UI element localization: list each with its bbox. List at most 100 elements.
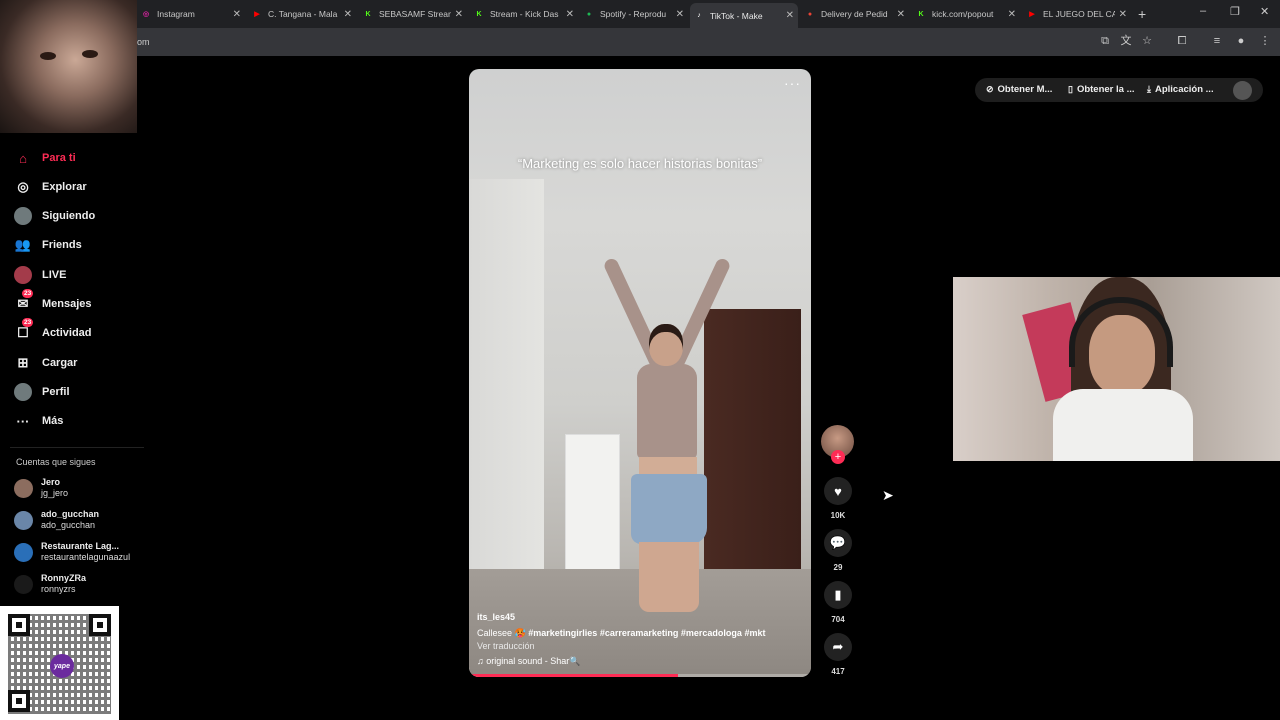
video-username[interactable]: its_les45 bbox=[477, 612, 803, 622]
coin-icon: ⊘ bbox=[986, 84, 994, 94]
hashtag[interactable]: #mercadologa bbox=[681, 628, 742, 638]
extensions-icon[interactable]: ⧠ bbox=[1175, 34, 1189, 48]
sidebar-item-label: Para ti bbox=[42, 152, 76, 164]
video-player[interactable]: ··· “Marketing es solo hacer historias b… bbox=[469, 69, 811, 677]
browser-tab[interactable]: K SEBASAMF Stream ✕ bbox=[359, 3, 467, 25]
browser-tab[interactable]: ● Delivery de Pedid ✕ bbox=[801, 3, 909, 25]
heart-icon: ♥ bbox=[834, 483, 842, 499]
following-account[interactable]: RonnyZRa ronnyzrs bbox=[14, 573, 86, 595]
more-icon: ··· bbox=[16, 413, 30, 429]
translate-link[interactable]: Ver traducción bbox=[477, 641, 803, 651]
profile-icon[interactable]: ● bbox=[1234, 34, 1248, 48]
account-handle: restaurantelagunaazul bbox=[41, 552, 131, 562]
favicon-icon: K bbox=[476, 10, 482, 18]
get-coins-button[interactable]: ⊘ Obtener M... bbox=[986, 84, 1052, 95]
share-button[interactable]: ➦ bbox=[824, 633, 852, 661]
browser-tab[interactable]: Kkick.com/popout ✕ bbox=[912, 3, 1020, 25]
browser-tab[interactable]: ▶ EL JUEGO DEL CA ✕ bbox=[1023, 3, 1131, 25]
media-control-icon[interactable]: ≡ bbox=[1210, 34, 1224, 48]
get-app-button[interactable]: ▯ Obtener la ... bbox=[1068, 84, 1135, 95]
comment-button[interactable]: 💬 bbox=[824, 529, 852, 557]
close-tab-icon[interactable]: ✕ bbox=[1119, 9, 1127, 20]
sidebar-item[interactable]: LIVE bbox=[14, 264, 66, 286]
account-handle: ronnyzrs bbox=[41, 584, 76, 594]
kebab-menu-icon[interactable]: ⋮ bbox=[1258, 34, 1272, 48]
comment-count: 29 bbox=[833, 563, 843, 572]
translate-icon[interactable]: 文 bbox=[1119, 34, 1133, 48]
tab-title: kick.com/popout bbox=[932, 9, 994, 19]
close-tab-icon[interactable]: ✕ bbox=[344, 9, 352, 20]
avatar bbox=[14, 574, 33, 594]
like-button[interactable]: ♥ bbox=[824, 477, 852, 505]
sidebar-item[interactable]: ☐ 23 Actividad bbox=[14, 318, 92, 344]
following-avatar-icon bbox=[14, 207, 32, 225]
browser-tab[interactable]: ♪ TikTok - Make ✕ bbox=[690, 3, 798, 28]
user-avatar[interactable] bbox=[1233, 81, 1252, 100]
browser-tab[interactable]: ▶ C. Tangana - Mala ✕ bbox=[248, 3, 356, 25]
home-icon: ⌂ bbox=[19, 150, 27, 166]
sidebar-divider bbox=[10, 447, 144, 448]
account-name: Jero bbox=[41, 477, 61, 487]
following-account[interactable]: ado_gucchan ado_gucchan bbox=[14, 509, 99, 531]
sidebar-item[interactable]: ⌂ Para ti bbox=[14, 147, 76, 169]
sidebar-item[interactable]: ⊞ Cargar bbox=[14, 352, 78, 374]
close-tab-icon[interactable]: ✕ bbox=[233, 9, 241, 20]
avatar bbox=[14, 542, 33, 562]
activity-icon: ☐ 23 bbox=[17, 318, 34, 340]
hashtag[interactable]: #mkt bbox=[744, 628, 765, 638]
address-bar[interactable]: om bbox=[0, 28, 1280, 56]
sidebar-item[interactable]: ✉ 23 Mensajes bbox=[14, 289, 92, 315]
close-tab-icon[interactable]: ✕ bbox=[566, 9, 574, 20]
sidebar-item-label: LIVE bbox=[42, 269, 67, 281]
webcam-overlay-top-left bbox=[0, 0, 137, 133]
video-more-options-icon[interactable]: ··· bbox=[784, 75, 801, 91]
minimize-icon[interactable]: – bbox=[1200, 5, 1206, 17]
browser-tab[interactable]: ● Spotify - Reprodu ✕ bbox=[580, 3, 688, 25]
video-progress-fill bbox=[469, 674, 678, 677]
sidebar-item-label: Cargar bbox=[42, 357, 78, 369]
favicon-icon: ● bbox=[807, 10, 813, 18]
tab-title: SEBASAMF Stream bbox=[379, 9, 451, 19]
follow-plus-icon[interactable]: + bbox=[831, 450, 845, 464]
sidebar-item[interactable]: Perfil bbox=[14, 381, 70, 403]
close-tab-icon[interactable]: ✕ bbox=[897, 9, 905, 20]
account-handle: jg_jero bbox=[41, 488, 69, 498]
webcam-overlay-right bbox=[953, 277, 1280, 461]
sidebar-item[interactable]: Siguiendo bbox=[14, 205, 95, 227]
yape-qr-code: yape bbox=[0, 606, 119, 720]
sidebar-item[interactable]: 👥 Friends bbox=[14, 234, 82, 256]
browser-tab[interactable]: ◎ Instagram ✕ bbox=[137, 3, 245, 25]
browser-tab[interactable]: K Stream - Kick Das ✕ bbox=[470, 3, 578, 25]
avatar bbox=[14, 510, 33, 530]
notification-badge: 23 bbox=[22, 318, 34, 327]
close-window-icon[interactable]: ✕ bbox=[1260, 5, 1269, 18]
close-tab-icon[interactable]: ✕ bbox=[455, 9, 463, 20]
avatar bbox=[14, 478, 33, 498]
video-progress-bar[interactable] bbox=[469, 674, 811, 677]
cast-icon[interactable]: ⧉ bbox=[1098, 34, 1112, 48]
save-button[interactable]: ▮ bbox=[824, 581, 852, 609]
close-tab-icon[interactable]: ✕ bbox=[786, 10, 794, 21]
mouse-cursor-icon: ➤ bbox=[882, 487, 894, 503]
following-section-title: Cuentas que sigues bbox=[16, 457, 96, 467]
following-account[interactable]: Restaurante Lag... restaurantelagunaazul bbox=[14, 541, 130, 563]
bookmark-star-icon[interactable]: ☆ bbox=[1140, 34, 1154, 48]
sidebar-item[interactable]: ··· Más bbox=[14, 410, 64, 432]
video-overlay-caption: “Marketing es solo hacer historias bonit… bbox=[517, 156, 763, 171]
sidebar-item[interactable]: ◎ Explorar bbox=[14, 176, 86, 198]
close-tab-icon[interactable]: ✕ bbox=[676, 9, 684, 20]
friends-icon: 👥 bbox=[14, 237, 32, 252]
desktop-app-button[interactable]: ⤓ Aplicación ... bbox=[1147, 84, 1214, 95]
following-account[interactable]: Jero jg_jero bbox=[14, 477, 68, 499]
video-meta: its_les45 Callesee 🥵 #marketingirlies #c… bbox=[477, 612, 803, 667]
sound-link[interactable]: ♫ original sound - Shar🔍 bbox=[477, 656, 803, 667]
new-tab-button[interactable]: + bbox=[1138, 6, 1146, 22]
sidebar-item-label: Más bbox=[42, 415, 64, 427]
url-text[interactable]: om bbox=[137, 37, 150, 47]
hashtag[interactable]: #marketingirlies bbox=[528, 628, 597, 638]
restore-icon[interactable]: ❐ bbox=[1230, 5, 1240, 18]
hashtag[interactable]: #carreramarketing bbox=[600, 628, 679, 638]
close-tab-icon[interactable]: ✕ bbox=[1008, 9, 1016, 20]
sidebar-item-label: Siguiendo bbox=[42, 210, 96, 222]
download-icon: ⤓ bbox=[1147, 84, 1151, 94]
